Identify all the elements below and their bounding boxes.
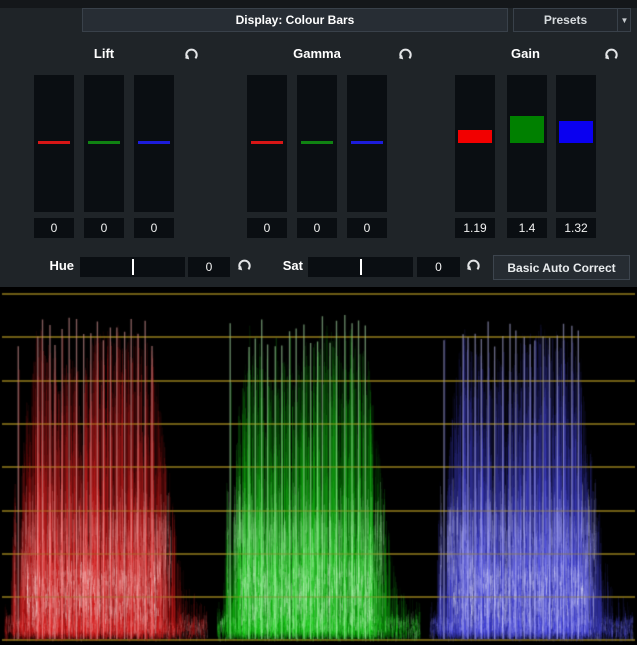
lift-blue-slider[interactable] (134, 75, 174, 212)
chevron-down-icon[interactable]: ▼ (618, 9, 631, 31)
sat-slider[interactable] (308, 257, 413, 277)
slider-indicator (559, 121, 593, 143)
hue-slider-handle[interactable] (132, 259, 134, 275)
hue-slider[interactable] (80, 257, 185, 277)
sat-slider-handle[interactable] (360, 259, 362, 275)
display-mode-label: Display: Colour Bars (236, 13, 355, 27)
sat-reset-icon[interactable] (465, 257, 482, 274)
top-strip (0, 0, 637, 8)
gain-red-slider[interactable] (455, 75, 495, 212)
slider-indicator (138, 141, 170, 144)
hue-value[interactable]: 0 (188, 257, 230, 277)
lift-red-value[interactable]: 0 (34, 218, 74, 238)
lift-blue-value[interactable]: 0 (134, 218, 174, 238)
gamma-green-value[interactable]: 0 (297, 218, 337, 238)
gamma-red-value[interactable]: 0 (247, 218, 287, 238)
gain-blue-value[interactable]: 1.32 (556, 218, 596, 238)
lift-reset-icon[interactable] (183, 46, 200, 63)
gain-green-value[interactable]: 1.4 (507, 218, 547, 238)
lift-header: Lift (34, 46, 174, 62)
slider-indicator (510, 116, 544, 143)
gain-reset-icon[interactable] (603, 46, 620, 63)
slider-indicator (351, 141, 383, 144)
gamma-red-slider[interactable] (247, 75, 287, 212)
slider-indicator (458, 130, 492, 143)
hue-label: Hue (38, 255, 74, 277)
slider-indicator (88, 141, 120, 144)
basic-auto-correct-button[interactable]: Basic Auto Correct (493, 255, 630, 280)
gamma-header: Gamma (247, 46, 387, 62)
gamma-reset-icon[interactable] (397, 46, 414, 63)
sat-value[interactable]: 0 (417, 257, 460, 277)
lift-red-slider[interactable] (34, 75, 74, 212)
sat-label: Sat (270, 255, 303, 277)
presets-button[interactable]: Presets ▼ (513, 8, 631, 32)
colour-correct-panel: Display: Colour Bars Presets ▼ Lift Gamm… (0, 0, 637, 645)
gain-green-slider[interactable] (507, 75, 547, 212)
gamma-blue-value[interactable]: 0 (347, 218, 387, 238)
gain-red-value[interactable]: 1.19 (455, 218, 495, 238)
gain-header: Gain (455, 46, 596, 62)
waveform-scope (0, 287, 637, 645)
gamma-blue-slider[interactable] (347, 75, 387, 212)
gain-blue-slider[interactable] (556, 75, 596, 212)
hue-reset-icon[interactable] (236, 257, 253, 274)
gamma-green-slider[interactable] (297, 75, 337, 212)
slider-indicator (251, 141, 283, 144)
slider-indicator (38, 141, 70, 144)
slider-indicator (301, 141, 333, 144)
presets-label: Presets (514, 9, 617, 31)
lift-green-slider[interactable] (84, 75, 124, 212)
lift-green-value[interactable]: 0 (84, 218, 124, 238)
display-mode-button[interactable]: Display: Colour Bars (82, 8, 508, 32)
